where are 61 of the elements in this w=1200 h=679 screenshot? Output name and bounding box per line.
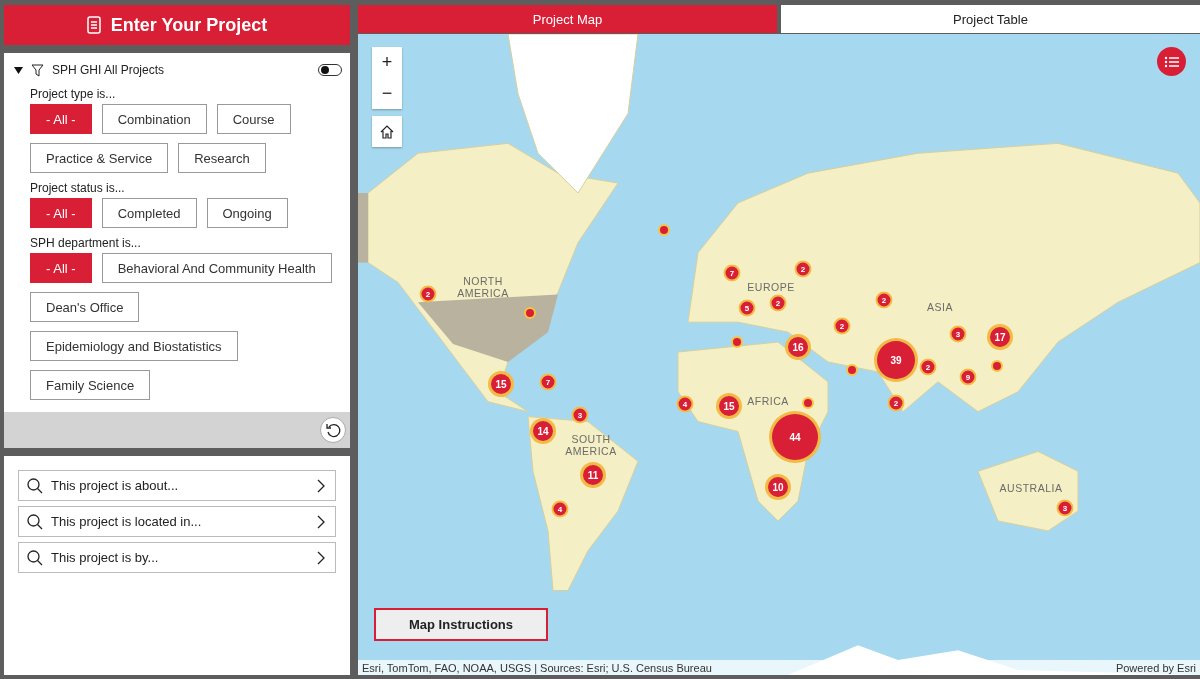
- filter-option-button[interactable]: Practice & Service: [30, 143, 169, 173]
- cluster-marker[interactable]: 3: [571, 406, 589, 424]
- chevron-right-icon: [317, 550, 325, 565]
- list-icon: [1164, 55, 1179, 68]
- filter-option-button[interactable]: Ongoing: [206, 198, 288, 228]
- region-label: AUSTRALIA: [999, 482, 1063, 494]
- filter-option-button[interactable]: Family Science: [30, 370, 151, 400]
- collapse-triangle-icon[interactable]: [14, 66, 23, 74]
- search-item[interactable]: This project is located in...: [18, 506, 336, 537]
- zoom-in-button[interactable]: +: [372, 47, 402, 78]
- location-marker[interactable]: [846, 364, 858, 376]
- search-icon: [27, 477, 43, 494]
- powered-by-link[interactable]: Powered by Esri: [1115, 661, 1196, 674]
- search-item-label: This project is about...: [51, 478, 180, 493]
- chevron-right-icon: [317, 478, 325, 493]
- reset-icon: [325, 422, 341, 438]
- search-item-label: This project is located in...: [51, 514, 203, 529]
- cluster-marker[interactable]: 16: [785, 334, 811, 360]
- filter-option-button[interactable]: - All -: [30, 198, 92, 228]
- filter-label: SPH department is...: [30, 236, 142, 250]
- filter-option-button[interactable]: Epidemiology and Biostatistics: [30, 331, 238, 361]
- filter-title: SPH GHI All Projects: [52, 63, 165, 77]
- filter-option-button[interactable]: - All -: [30, 104, 92, 134]
- region-label: SOUTH AMERICA: [564, 433, 618, 457]
- filter-option-button[interactable]: Combination: [101, 104, 207, 134]
- region-label: NORTH AMERICA: [456, 275, 510, 299]
- filter-label: Project status is...: [30, 181, 126, 195]
- header-title: Enter Your Project: [110, 14, 268, 36]
- cluster-marker[interactable]: 2: [887, 394, 905, 412]
- attribution-text: Esri, TomTom, FAO, NOAA, USGS | Sources: Esri; U.S. Census Bureau: [362, 661, 712, 674]
- home-button[interactable]: [372, 116, 402, 147]
- region-label: AFRICA: [747, 395, 789, 407]
- filter-option-button[interactable]: Behavioral And Community Health: [101, 253, 332, 283]
- filter-option-button[interactable]: Course: [216, 104, 291, 134]
- filter-option-button[interactable]: Dean's Office: [30, 292, 140, 322]
- filter-option-button[interactable]: Research: [178, 143, 266, 173]
- search-icon: [27, 549, 43, 566]
- chevron-right-icon: [317, 514, 325, 529]
- reset-button[interactable]: [320, 417, 346, 443]
- home-icon: [380, 124, 394, 139]
- search-item-label: This project is by...: [51, 550, 160, 565]
- cluster-marker[interactable]: 15: [488, 371, 514, 397]
- legend-button[interactable]: [1157, 47, 1186, 76]
- filter-option-button[interactable]: - All -: [30, 253, 92, 283]
- search-icon: [27, 513, 43, 530]
- filter-icon: [31, 63, 44, 77]
- location-marker[interactable]: [658, 224, 670, 236]
- tab[interactable]: Project Table: [781, 5, 1200, 33]
- region-label: EUROPE: [747, 281, 795, 293]
- document-icon: [86, 16, 101, 34]
- search-item[interactable]: This project is about...: [18, 470, 336, 501]
- region-label: ASIA: [927, 301, 953, 313]
- map-instructions-button[interactable]: Map Instructions: [374, 608, 548, 641]
- cluster-marker[interactable]: 4: [676, 395, 694, 413]
- location-marker[interactable]: [731, 336, 743, 348]
- tab[interactable]: Project Map: [358, 5, 777, 33]
- filter-label: Project type is...: [30, 87, 117, 101]
- search-item[interactable]: This project is by...: [18, 542, 336, 573]
- cluster-marker[interactable]: 7: [539, 373, 557, 391]
- filter-option-button[interactable]: Completed: [101, 198, 197, 228]
- zoom-out-button[interactable]: −: [372, 78, 402, 109]
